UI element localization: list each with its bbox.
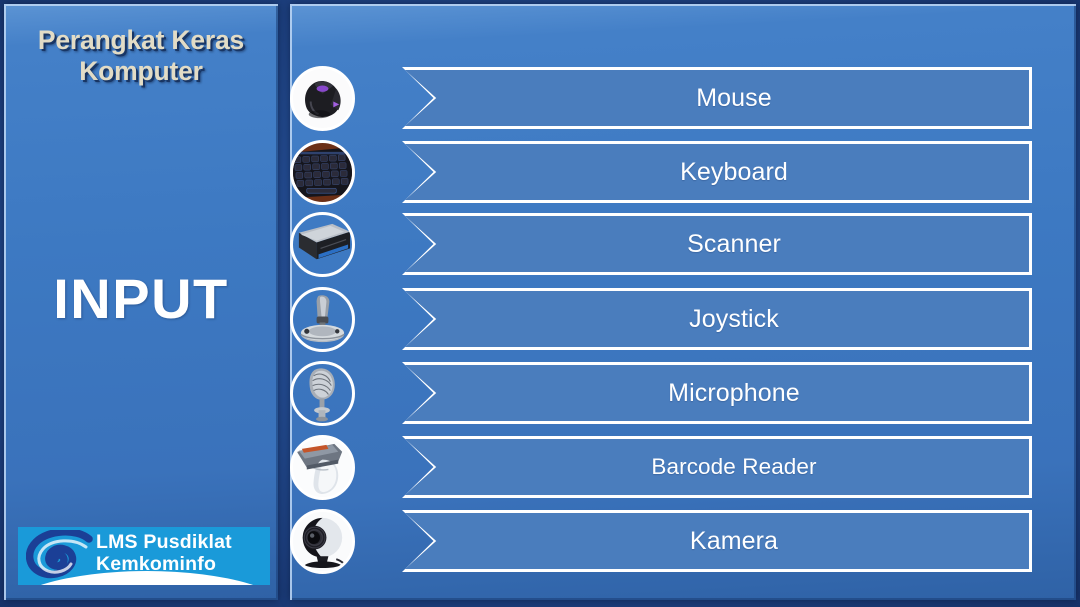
device-row-barcode-reader[interactable]: Barcode Reader <box>290 435 1032 500</box>
barcode-scanner-photo <box>290 435 355 500</box>
device-row-scanner[interactable]: Scanner <box>290 212 1032 277</box>
device-row-kamera[interactable]: Kamera <box>290 509 1032 574</box>
device-label: Scanner <box>687 229 781 258</box>
device-label: Joystick <box>689 304 779 333</box>
device-label: Barcode Reader <box>651 454 817 479</box>
device-row-mouse[interactable]: Mouse <box>290 66 1032 131</box>
joystick-photo <box>290 287 355 352</box>
category-label-input: INPUT <box>53 267 229 330</box>
webcam-photo <box>290 509 355 574</box>
device-list: Mouse Keyboard Scanner Joystick Micropho… <box>290 4 1076 600</box>
logo: LMS Pusdiklat Kemkominfo <box>18 527 270 585</box>
gaming-mouse-photo <box>290 66 355 131</box>
device-row-keyboard[interactable]: Keyboard <box>290 140 1032 205</box>
slide-canvas: Perangkat Keras Komputer INPUT LMS Pusdi… <box>0 0 1080 607</box>
device-row-microphone[interactable]: Microphone <box>290 361 1032 426</box>
retro-microphone-photo <box>290 361 355 426</box>
backlit-keyboard-photo <box>290 140 355 205</box>
device-label: Keyboard <box>680 157 788 186</box>
device-label: Kamera <box>689 526 779 555</box>
left-panel: Perangkat Keras Komputer INPUT LMS Pusdi… <box>4 4 278 600</box>
device-label: Mouse <box>696 83 772 112</box>
logo-text: LMS Pusdiklat Kemkominfo <box>96 531 232 576</box>
device-row-joystick[interactable]: Joystick <box>290 287 1032 352</box>
flatbed-scanner-photo <box>290 212 355 277</box>
slide-title: Perangkat Keras Komputer <box>37 25 245 86</box>
swirl-spiral-icon <box>25 528 94 580</box>
device-label: Microphone <box>668 378 800 407</box>
